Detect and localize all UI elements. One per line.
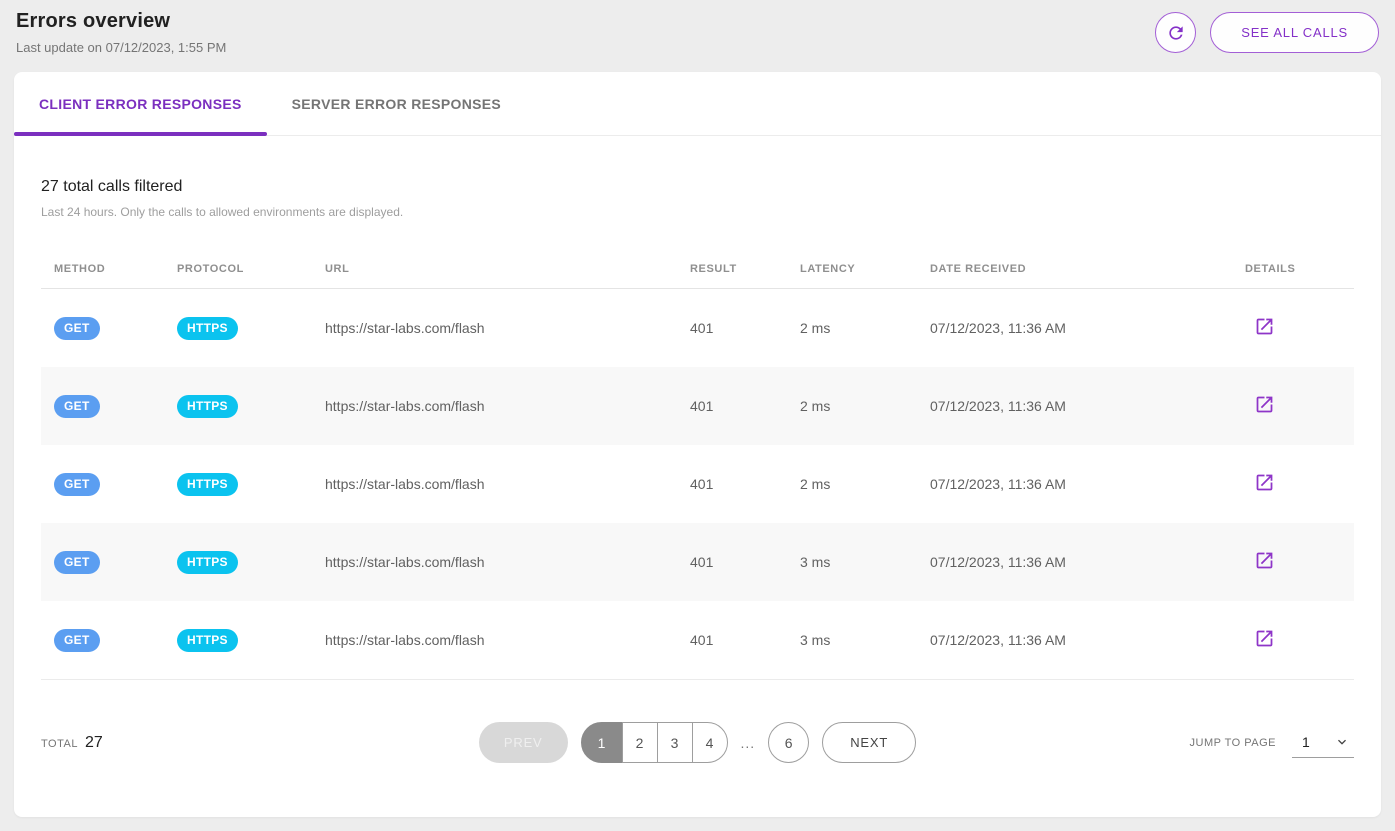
result-cell: 401 — [677, 320, 787, 336]
protocol-badge: HTTPS — [177, 395, 238, 418]
method-badge: GET — [54, 395, 100, 418]
protocol-badge: HTTPS — [177, 473, 238, 496]
page-button-6[interactable]: 6 — [768, 722, 809, 763]
page-button-1[interactable]: 1 — [581, 722, 623, 763]
page-button-2[interactable]: 2 — [622, 722, 658, 763]
date-received-cell: 07/12/2023, 11:36 AM — [917, 632, 1232, 648]
latency-cell: 2 ms — [787, 320, 917, 336]
calls-table: METHOD PROTOCOL URL RESULT LATENCY DATE … — [41, 249, 1354, 680]
jump-to-page-label: JUMP TO PAGE — [1190, 737, 1277, 749]
jump-to-page-select[interactable]: 1 — [1292, 728, 1354, 758]
url-cell: https://star-labs.com/flash — [312, 320, 677, 336]
table-row: GET HTTPS https://star-labs.com/flash 40… — [41, 523, 1354, 601]
method-badge: GET — [54, 473, 100, 496]
open-details-button[interactable] — [1254, 472, 1275, 493]
tab-client-error-responses[interactable]: CLIENT ERROR RESPONSES — [14, 72, 267, 135]
url-cell: https://star-labs.com/flash — [312, 554, 677, 570]
table-row: GET HTTPS https://star-labs.com/flash 40… — [41, 445, 1354, 523]
prev-page-button[interactable]: PREV — [479, 722, 568, 763]
page-number-group: 1 2 3 4 — [581, 722, 728, 763]
result-cell: 401 — [677, 398, 787, 414]
table-row: GET HTTPS https://star-labs.com/flash 40… — [41, 601, 1354, 679]
latency-cell: 3 ms — [787, 554, 917, 570]
filter-summary: 27 total calls filtered Last 24 hours. O… — [41, 178, 1354, 219]
result-cell: 401 — [677, 554, 787, 570]
open-details-button[interactable] — [1254, 394, 1275, 415]
refresh-button[interactable] — [1155, 12, 1196, 53]
latency-cell: 2 ms — [787, 476, 917, 492]
total-section: TOTAL 27 — [41, 734, 479, 752]
latency-cell: 3 ms — [787, 632, 917, 648]
tab-bar: CLIENT ERROR RESPONSES SERVER ERROR RESP… — [14, 72, 1381, 136]
column-header-method: METHOD — [41, 263, 164, 275]
table-body: GET HTTPS https://star-labs.com/flash 40… — [41, 289, 1354, 679]
column-header-protocol: PROTOCOL — [164, 263, 312, 275]
next-page-button[interactable]: NEXT — [822, 722, 916, 763]
chevron-down-icon — [1334, 734, 1350, 750]
total-label: TOTAL — [41, 738, 78, 750]
open-details-button[interactable] — [1254, 316, 1275, 337]
open-in-new-icon — [1254, 394, 1275, 415]
date-received-cell: 07/12/2023, 11:36 AM — [917, 476, 1232, 492]
open-in-new-icon — [1254, 316, 1275, 337]
page-header-text: Errors overview Last update on 07/12/202… — [16, 10, 226, 55]
filter-description-text: Last 24 hours. Only the calls to allowed… — [41, 205, 1354, 219]
protocol-badge: HTTPS — [177, 551, 238, 574]
refresh-icon — [1166, 23, 1186, 43]
open-in-new-icon — [1254, 628, 1275, 649]
method-badge: GET — [54, 629, 100, 652]
open-details-button[interactable] — [1254, 550, 1275, 571]
latency-cell: 2 ms — [787, 398, 917, 414]
method-badge: GET — [54, 317, 100, 340]
url-cell: https://star-labs.com/flash — [312, 476, 677, 492]
table-footer: TOTAL 27 PREV 1 2 3 4 ... 6 NEXT JUMP TO… — [41, 680, 1354, 797]
url-cell: https://star-labs.com/flash — [312, 632, 677, 648]
errors-card: CLIENT ERROR RESPONSES SERVER ERROR RESP… — [14, 72, 1381, 817]
jump-to-page-value: 1 — [1302, 734, 1310, 750]
page-header: Errors overview Last update on 07/12/202… — [0, 0, 1395, 62]
open-details-button[interactable] — [1254, 628, 1275, 649]
page-title: Errors overview — [16, 10, 226, 33]
total-value: 27 — [85, 734, 103, 752]
open-in-new-icon — [1254, 472, 1275, 493]
see-all-calls-button[interactable]: SEE ALL CALLS — [1210, 12, 1379, 53]
result-cell: 401 — [677, 476, 787, 492]
page-button-3[interactable]: 3 — [657, 722, 693, 763]
pagination: PREV 1 2 3 4 ... 6 NEXT — [479, 722, 916, 763]
date-received-cell: 07/12/2023, 11:36 AM — [917, 554, 1232, 570]
date-received-cell: 07/12/2023, 11:36 AM — [917, 320, 1232, 336]
url-cell: https://star-labs.com/flash — [312, 398, 677, 414]
page-button-4[interactable]: 4 — [692, 722, 728, 763]
pagination-ellipsis: ... — [741, 735, 756, 751]
header-actions: SEE ALL CALLS — [1155, 12, 1379, 53]
protocol-badge: HTTPS — [177, 629, 238, 652]
protocol-badge: HTTPS — [177, 317, 238, 340]
last-update-text: Last update on 07/12/2023, 1:55 PM — [16, 40, 226, 55]
method-badge: GET — [54, 551, 100, 574]
column-header-date-received: DATE RECEIVED — [917, 263, 1232, 275]
table-row: GET HTTPS https://star-labs.com/flash 40… — [41, 367, 1354, 445]
total-calls-filtered-text: 27 total calls filtered — [41, 178, 1354, 196]
column-header-result: RESULT — [677, 263, 787, 275]
table-header-row: METHOD PROTOCOL URL RESULT LATENCY DATE … — [41, 249, 1354, 289]
column-header-details: DETAILS — [1232, 263, 1354, 275]
date-received-cell: 07/12/2023, 11:36 AM — [917, 398, 1232, 414]
card-content: 27 total calls filtered Last 24 hours. O… — [14, 136, 1381, 817]
table-row: GET HTTPS https://star-labs.com/flash 40… — [41, 289, 1354, 367]
open-in-new-icon — [1254, 550, 1275, 571]
column-header-latency: LATENCY — [787, 263, 917, 275]
result-cell: 401 — [677, 632, 787, 648]
jump-to-page-section: JUMP TO PAGE 1 — [916, 728, 1354, 758]
column-header-url: URL — [312, 263, 677, 275]
tab-server-error-responses[interactable]: SERVER ERROR RESPONSES — [267, 72, 526, 135]
